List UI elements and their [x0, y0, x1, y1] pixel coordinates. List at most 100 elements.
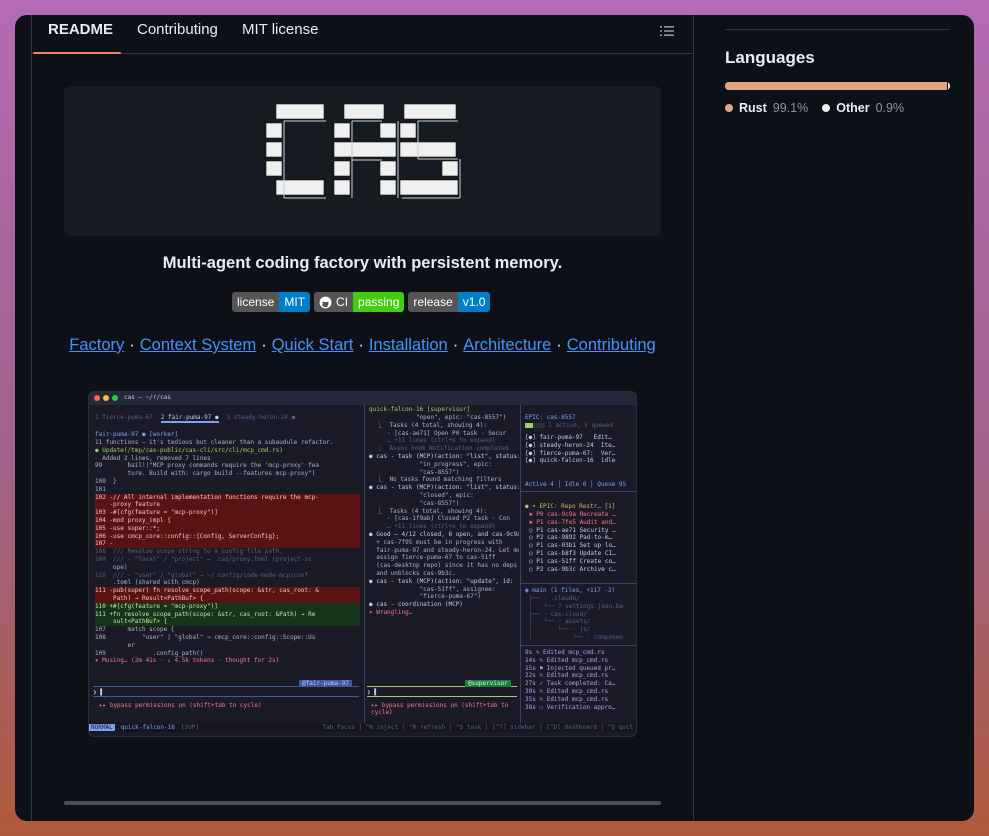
- epic-progress: 1 active, 5 queued: [525, 422, 613, 429]
- sidebar-divider: [725, 29, 950, 30]
- supervisor-line: … +11 lines (ctrl+o to expand): [369, 523, 496, 531]
- supervisor-line: ● cas - coordination (MCP): [369, 601, 463, 609]
- nav-link-factory[interactable]: Factory: [69, 336, 124, 354]
- language-name: Other: [836, 101, 870, 115]
- supervisor-header: quick-falcon-16 [supervisor]: [369, 406, 471, 413]
- horizontal-scrollbar[interactable]: [64, 801, 661, 805]
- release-badge[interactable]: release v1.0: [408, 292, 491, 312]
- epic2-task-row: ✱ P1 cas-7fe5 Audit and…: [529, 518, 616, 526]
- worker-tab-strip: 1 fierce-puma-67 2 fair-puma-97 ● 3 stea…: [95, 414, 295, 423]
- tab-readme[interactable]: README: [32, 15, 122, 54]
- nav-link-architecture[interactable]: Architecture: [463, 336, 551, 354]
- nav-link-contributing[interactable]: Contributing: [567, 336, 656, 354]
- supervisor-line: ⎿ Tasks (4 total, showing 4):: [369, 421, 487, 429]
- worker-line: ture. Build with: cargo build --features…: [95, 470, 316, 478]
- bypass-notice: ▸▸ bypass permissions on (shift+tab to c…: [371, 702, 509, 716]
- release-badge-label: release: [408, 292, 458, 312]
- worker-line: 104 -mod proxy_impl {: [95, 516, 360, 525]
- footer-keybindings: Tab focus │ ^N inject │ ^R refresh │ ^S …: [322, 724, 633, 731]
- github-icon: [319, 296, 332, 308]
- event-row: 30s ✎ Edited mcp_cmd.rs: [525, 687, 609, 695]
- readme-pane: README Contributing MIT license Multi-ag…: [31, 15, 694, 821]
- worker-line: .toml (shared with cmcp): [95, 579, 200, 587]
- worker-line: 11 functions — it's tedious but cleaner …: [95, 439, 334, 446]
- worker-tab[interactable]: 1 fierce-puma-67: [95, 414, 153, 423]
- language-list: Rust 99.1% Other 0.9%: [725, 101, 904, 115]
- worker-line: ● Update(/tmp/cas-public/cas-cli/src/cli…: [95, 446, 283, 454]
- worker-line: 108 "user" | "global" ⇒ cmcp_core::confi…: [95, 633, 316, 641]
- status-counts: Active 4 │ Idle 0 │ Queue 95: [525, 481, 627, 488]
- nav-separator: ·: [452, 336, 459, 354]
- supervisor-line: ● cas - task (MCP)(action: "list", statu…: [369, 484, 519, 492]
- worker-tag: @fair-puma-97: [299, 680, 352, 687]
- terminal-footer: NORMAL quick-falcon-16 [SUP] Tab focus │…: [89, 723, 636, 732]
- worker-line: 106 -use cmcp_core::config::{Config, Ser…: [95, 532, 360, 541]
- badge-row: license MIT CI passing release v1.0: [232, 292, 491, 312]
- worker-line: ope): [95, 563, 128, 571]
- supervisor-line: ● Good — 4/12 closed, 6 open, and cas-9c…: [369, 530, 519, 538]
- language-dot-icon: [822, 104, 831, 112]
- worker-header: fair-puma-97 ● [worker]: [95, 431, 179, 438]
- worker-prompt[interactable]: ❯ ▌: [93, 689, 104, 696]
- worker-tab[interactable]: 3 steady-heron-24 ●: [227, 414, 296, 423]
- factory-sidebar: EPIC: cas-8557 1 active, 5 queued [●] fa…: [521, 405, 636, 723]
- supervisor-line: · [cas-ae71] Open P0 task · Secur: [369, 429, 507, 437]
- tab-mit-license[interactable]: MIT license: [242, 15, 318, 53]
- terminal-screenshot: cas — ~/r/cas 1 fierce-puma-67 2 fair-pu…: [89, 392, 636, 736]
- ci-badge[interactable]: CI passing: [314, 292, 405, 312]
- worker-line: -proxy feature: [95, 501, 360, 510]
- worker-line: 111 +fn resolve_scope_path(scope: &str, …: [95, 610, 360, 619]
- table-of-contents-icon[interactable]: [659, 23, 675, 39]
- terminal-titlebar: cas — ~/r/cas: [89, 392, 636, 405]
- agent-row: [●] fair-puma-97 Edit…: [525, 434, 612, 441]
- branch-title: ◉ main (1 files, +117 -2): [525, 587, 616, 594]
- epic2-task-row: ○ P1 cas-ae71 Security …: [529, 526, 616, 534]
- nav-link-installation[interactable]: Installation: [369, 336, 448, 354]
- event-row: 14s ✎ Edited mcp_cmd.rs: [525, 656, 609, 664]
- epic-title: EPIC: cas-8557: [525, 414, 576, 421]
- supervisor-prompt[interactable]: ❯ ▌: [367, 689, 378, 696]
- epic2-task-row: ○ P1 cas-03b1 Set up lo…: [529, 542, 616, 550]
- footer-role: [SUP]: [180, 724, 199, 731]
- license-badge[interactable]: license MIT: [232, 292, 311, 312]
- project-tagline: Multi-agent coding factory with persiste…: [162, 254, 563, 272]
- worker-line: 108 /// Resolve scope string to a config…: [95, 548, 283, 556]
- readme-window: README Contributing MIT license Multi-ag…: [15, 15, 974, 821]
- supervisor-line: "closed", epic:: [369, 491, 474, 499]
- language-item-rust[interactable]: Rust 99.1%: [725, 101, 808, 115]
- worker-line: 111 -pub(super) fn resolve_scope_path(sc…: [95, 587, 360, 595]
- supervisor-line: + cas-7f95 must be in progress with: [369, 538, 503, 546]
- footer-agent: quick-falcon-16: [120, 724, 175, 731]
- nav-separator: ·: [556, 336, 562, 354]
- language-item-other[interactable]: Other 0.9%: [822, 101, 904, 115]
- tree-row: │ └── ? settings.json.ba: [529, 602, 623, 610]
- language-percent: 99.1%: [772, 101, 809, 115]
- epic2-task-row: ○ P1 cas-b8f3 Update CI…: [529, 549, 616, 557]
- nav-link-context-system[interactable]: Context System: [140, 336, 256, 354]
- sidebar-divider: [521, 491, 636, 492]
- worker-tab[interactable]: 2 fair-puma-97 ●: [160, 414, 219, 423]
- tree-row: │ └── ◦ js/: [529, 626, 591, 634]
- supervisor-line: · [cas-1f9ab] Closed P2 task · Con: [369, 515, 510, 523]
- epic2-task-row: ○ P2 cas-9b3c Archive c…: [529, 565, 616, 573]
- supervisor-tag: @supervisor: [465, 680, 511, 687]
- worker-line: ✶ Musing… (2m 41s · ↓ 4.5k tokens · thou…: [95, 657, 280, 665]
- sidebar-divider: [521, 645, 636, 646]
- file-tree: ├── ◦ .claude/│ └── ? settings.json.ba ├─…: [529, 595, 623, 642]
- tree-row: │ └── ◦ componen: [529, 633, 623, 641]
- nav-separator: ·: [261, 336, 267, 354]
- worker-line: 102 -// All internal implementation func…: [95, 493, 360, 502]
- nav-link-quick-start[interactable]: Quick Start: [272, 336, 354, 354]
- tab-contributing[interactable]: Contributing: [137, 15, 218, 53]
- supervisor-line: assign fierce-puma-67 to cas-51ff: [369, 554, 496, 562]
- worker-pane: 1 fierce-puma-67 2 fair-puma-97 ● 3 stea…: [89, 405, 365, 723]
- language-dot-icon: [725, 104, 733, 112]
- event-row: 27s ✓ Task completed: Ca…: [525, 680, 616, 688]
- worker-line: sult<PathBuf> {: [95, 618, 360, 627]
- supervisor-line: and unblocks cas-9b3c.: [369, 569, 456, 577]
- supervisor-output: "open", epic: "cas-8557") ⎿ Tasks (4 tot…: [369, 414, 519, 682]
- event-log: 9s ✎ Edited mcp_cmd.rs 14s ✎ Edited mcp_c…: [525, 649, 615, 711]
- supervisor-line: ⎿ Async hook Notification completed: [369, 445, 509, 453]
- epic2-task-row: ✱ P0 cas-9c9a Recreate …: [529, 511, 616, 518]
- supervisor-line: "cas-8557"): [369, 499, 460, 507]
